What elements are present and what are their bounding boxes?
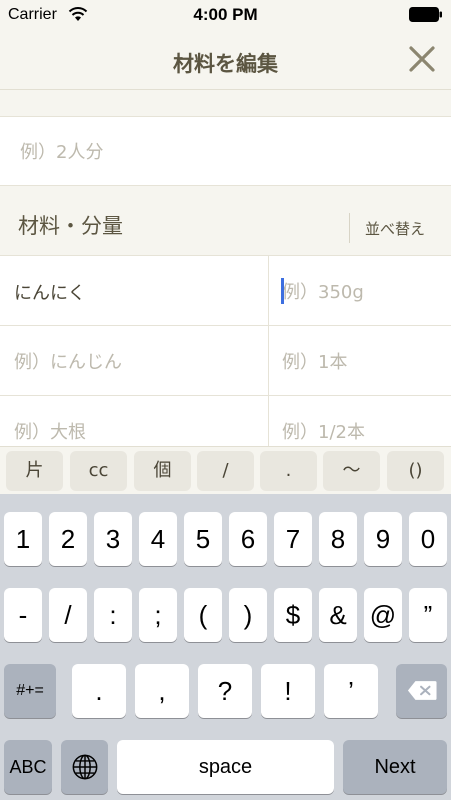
key-comma[interactable]: , (135, 664, 189, 718)
ingredient-name-input[interactable] (14, 278, 254, 306)
abc-key[interactable]: ABC (4, 740, 52, 794)
shortcut-key[interactable]: / (197, 451, 254, 491)
key-slash[interactable]: / (49, 588, 87, 642)
globe-key[interactable] (61, 740, 108, 794)
key-exclamation[interactable]: ! (261, 664, 315, 718)
column-divider (268, 256, 269, 325)
key-2[interactable]: 2 (49, 512, 87, 566)
key-period[interactable]: . (72, 664, 126, 718)
key-hyphen[interactable]: - (4, 588, 42, 642)
key-4[interactable]: 4 (139, 512, 177, 566)
servings-row (0, 116, 451, 186)
ingredient-name-input[interactable] (14, 348, 254, 376)
next-key[interactable]: Next (343, 740, 447, 794)
shortcut-key[interactable]: 個 (134, 451, 191, 491)
key-question[interactable]: ? (198, 664, 252, 718)
section-title: 材料・分量 (18, 214, 123, 238)
key-open-paren[interactable]: ( (184, 588, 222, 642)
ingredient-name-input[interactable] (14, 418, 254, 446)
key-at[interactable]: @ (364, 588, 402, 642)
ingredient-row (0, 326, 451, 396)
shortcut-key[interactable]: 〜 (323, 451, 380, 491)
key-ampersand[interactable]: & (319, 588, 357, 642)
unit-shortcut-bar: 片 cc 個 / . 〜 () (0, 446, 451, 494)
ingredient-amount-input[interactable] (282, 278, 442, 306)
key-6[interactable]: 6 (229, 512, 267, 566)
close-icon[interactable] (407, 44, 437, 74)
key-1[interactable]: 1 (4, 512, 42, 566)
key-7[interactable]: 7 (274, 512, 312, 566)
key-quote[interactable]: ” (409, 588, 447, 642)
key-apostrophe[interactable]: ’ (324, 664, 378, 718)
ingredient-row (0, 256, 451, 326)
text-cursor (281, 278, 284, 304)
key-close-paren[interactable]: ) (229, 588, 267, 642)
status-time: 4:00 PM (193, 5, 258, 24)
key-9[interactable]: 9 (364, 512, 402, 566)
shortcut-key[interactable]: . (260, 451, 317, 491)
ingredients-section-header: 材料・分量 並べ替え (0, 186, 451, 256)
status-bar: Carrier 4:00 PM (0, 0, 451, 30)
sort-divider (349, 213, 350, 243)
globe-icon (72, 754, 97, 780)
ingredient-amount-input[interactable] (282, 418, 442, 446)
column-divider (268, 326, 269, 395)
page-title: 材料を編集 (173, 52, 278, 76)
space-key[interactable]: space (117, 740, 334, 794)
nav-bar: 材料を編集 (0, 30, 451, 90)
more-symbols-key[interactable]: #+= (4, 664, 56, 718)
key-5[interactable]: 5 (184, 512, 222, 566)
shortcut-key[interactable]: cc (70, 451, 127, 491)
ingredient-amount-input[interactable] (282, 348, 442, 376)
servings-input[interactable] (20, 139, 420, 165)
shortcut-key[interactable]: 片 (6, 451, 63, 491)
delete-icon (407, 681, 437, 700)
key-8[interactable]: 8 (319, 512, 357, 566)
battery-icon (409, 7, 442, 22)
key-3[interactable]: 3 (94, 512, 132, 566)
numeric-keyboard: 1 2 3 4 5 6 7 8 9 0 - / : ; ( ) $ & @ ” … (0, 494, 451, 800)
key-dollar[interactable]: $ (274, 588, 312, 642)
delete-key[interactable] (396, 664, 447, 718)
key-colon[interactable]: : (94, 588, 132, 642)
key-0[interactable]: 0 (409, 512, 447, 566)
shortcut-key[interactable]: () (387, 451, 444, 491)
key-semicolon[interactable]: ; (139, 588, 177, 642)
sort-button[interactable]: 並べ替え (365, 218, 425, 239)
